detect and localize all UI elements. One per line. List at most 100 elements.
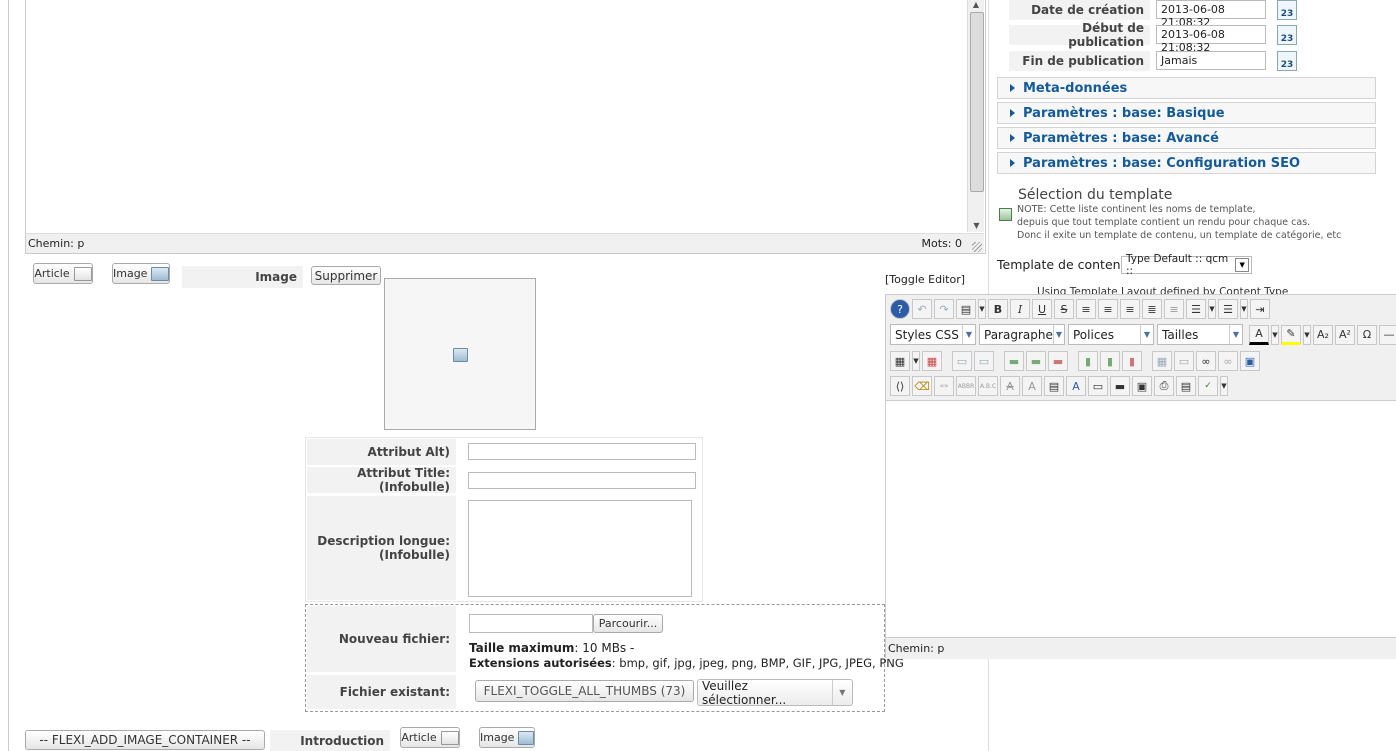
row-before-icon[interactable]: ▬ [1004,351,1024,371]
acronym-icon[interactable]: A.B.C [978,376,998,396]
accordion-meta[interactable]: Meta-données [997,77,1376,99]
cite-icon[interactable]: «» [934,376,954,396]
article-button[interactable]: Article [33,263,93,284]
layer-icon[interactable]: ▣ [1132,376,1152,396]
right-editor-content[interactable] [886,401,1396,637]
del-icon[interactable]: A [1000,376,1020,396]
scroll-down-icon[interactable]: ▼ [968,221,985,230]
paste-word-icon[interactable]: ▤ [1176,376,1196,396]
accordion-basic[interactable]: Paramètres : base: Basique [997,102,1376,124]
ins-icon[interactable]: A [1022,376,1042,396]
paste-icon[interactable]: ▤ [956,299,976,319]
text-color-icon[interactable]: A [1249,324,1269,345]
cell-props-icon[interactable]: ▭ [974,351,994,371]
help-icon[interactable]: ? [890,299,910,319]
chevron-down-icon[interactable]: ▼ [1271,324,1279,345]
underline-icon[interactable]: U [1032,299,1052,319]
spellcheck-icon[interactable]: ✓ [1198,376,1218,396]
link-icon[interactable]: ∞ [1196,351,1216,371]
top-editor-content[interactable] [26,0,967,232]
date-publish-down-input[interactable]: Jamais [1156,51,1266,70]
align-right-icon[interactable]: ≡ [1120,299,1140,319]
chevron-down-icon[interactable]: ▼ [1208,299,1216,319]
format-select[interactable]: Paragraphe ▼ [979,324,1065,345]
align-justify-icon[interactable]: ≣ [1142,299,1162,319]
desc-textarea[interactable] [468,500,692,597]
horizontal-rule-icon[interactable]: — [1379,324,1396,345]
chevron-down-icon: ▼ [1052,325,1064,344]
highlight-icon[interactable]: ✎ [1281,324,1301,345]
subscript-icon[interactable]: A₂ [1313,324,1333,345]
delete-button[interactable]: Supprimer [311,266,381,285]
col-before-icon[interactable]: ▮ [1078,351,1098,371]
chevron-down-icon[interactable]: ▼ [978,299,986,319]
delete-col-icon[interactable]: ▮ [1122,351,1142,371]
abbr-icon[interactable]: ABBR [956,376,976,396]
strikethrough-icon[interactable]: S [1054,299,1074,319]
delete-row-icon[interactable]: ▬ [1048,351,1068,371]
scroll-thumb[interactable] [970,12,984,192]
right-editor-statusbar: Chemin: p [886,637,1396,659]
superscript-icon[interactable]: A² [1335,324,1355,345]
bold-icon[interactable]: B [988,299,1008,319]
existing-file-select[interactable]: Veuillez sélectionner... ▼ [697,679,853,707]
size-select[interactable]: Tailles ▼ [1157,324,1243,345]
blockquote-icon[interactable]: ≡ [1164,299,1184,319]
print-icon[interactable]: ⎙ [1154,376,1174,396]
template-insert-icon[interactable]: ▭ [1088,376,1108,396]
template-content-select[interactable]: Type Default :: qcm :: ▼ [1121,253,1252,277]
styleprops-icon[interactable]: A [1066,376,1086,396]
accordion-advanced[interactable]: Paramètres : base: Avancé [997,127,1376,149]
add-image-container-button[interactable]: -- FLEXI_ADD_IMAGE_CONTAINER -- [25,730,265,750]
align-center-icon[interactable]: ≡ [1098,299,1118,319]
top-editor-scrollbar[interactable]: ▲ ▼ [967,0,984,232]
image-preview[interactable] [384,278,536,430]
visual-aid-icon[interactable]: ▬ [1110,376,1130,396]
cleanup-icon[interactable]: ⌫ [912,376,932,396]
chevron-down-icon[interactable]: ▼ [1240,299,1248,319]
table-icon[interactable]: ▦ [890,351,910,371]
image-button[interactable]: Image [112,263,170,284]
toggle-editor-link[interactable]: [Toggle Editor] [885,273,965,286]
date-created-calendar-icon[interactable]: 23 [1277,0,1297,20]
chevron-down-icon[interactable]: ▼ [1303,324,1311,345]
resize-grip-icon[interactable] [972,242,982,252]
chevron-down-icon[interactable]: ▼ [1220,376,1228,396]
accordion-seo[interactable]: Paramètres : base: Configuration SEO [997,152,1376,174]
date-publish-down-label: Fin de publication [1009,51,1150,71]
merge-cells-icon[interactable]: ▭ [1174,351,1194,371]
delete-table-icon[interactable]: ▦ [922,351,942,371]
html-source-icon[interactable]: ⟨⟩ [890,376,910,396]
special-char-icon[interactable]: Ω [1357,324,1377,345]
unordered-list-icon[interactable]: ☰ [1218,299,1238,319]
intro-article-button[interactable]: Article [400,727,460,748]
col-after-icon[interactable]: ▮ [1100,351,1120,371]
intro-image-button[interactable]: Image [479,727,535,748]
undo-icon[interactable]: ↶ [912,299,932,319]
indent-icon[interactable]: ⇥ [1250,299,1270,319]
scroll-up-icon[interactable]: ▲ [968,0,984,12]
date-publish-down-calendar-icon[interactable]: 23 [1277,51,1297,71]
redo-icon[interactable]: ↷ [934,299,954,319]
date-publish-up-input[interactable]: 2013-06-08 21:08:32 [1156,25,1266,54]
browse-button[interactable]: Parcourir... [593,614,663,633]
toggle-thumbs-button[interactable]: FLEXI_TOGGLE_ALL_THUMBS (73) [475,680,694,702]
font-select[interactable]: Polices ▼ [1068,324,1154,345]
styles-select[interactable]: Styles CSS ▼ [890,324,976,345]
insert-image-icon[interactable]: ▣ [1240,351,1260,371]
title-input[interactable] [468,472,696,489]
desc-label: Description longue: (Infobulle) [307,496,456,600]
alt-input[interactable] [468,443,696,460]
attributes-icon[interactable]: ▤ [1044,376,1064,396]
row-after-icon[interactable]: ▬ [1026,351,1046,371]
date-publish-up-calendar-icon[interactable]: 23 [1277,25,1297,45]
date-created-input[interactable]: 2013-06-08 21:08:32 [1156,0,1266,29]
unlink-icon[interactable]: ∞ [1218,351,1238,371]
chevron-down-icon[interactable]: ▼ [912,351,920,371]
align-left-icon[interactable]: ≡ [1076,299,1096,319]
row-props-icon[interactable]: ▭ [952,351,972,371]
file-path-input[interactable] [469,614,593,633]
italic-icon[interactable]: I [1010,299,1030,319]
split-cells-icon[interactable]: ▦ [1152,351,1172,371]
ordered-list-icon[interactable]: ☰ [1186,299,1206,319]
